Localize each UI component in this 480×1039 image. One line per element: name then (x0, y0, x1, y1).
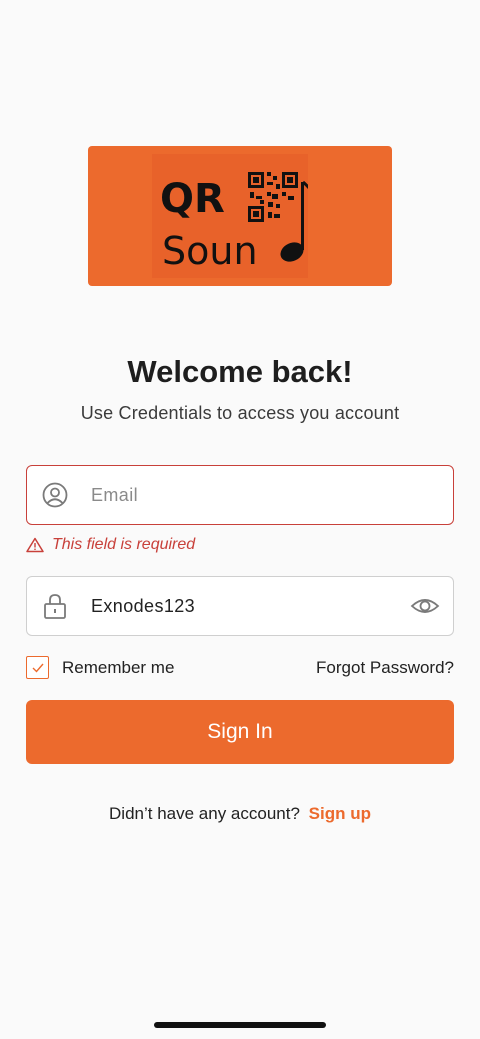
logo-text-sound: Soun (162, 229, 258, 273)
sign-up-link[interactable]: Sign up (309, 804, 371, 823)
qr-code-icon (248, 172, 298, 222)
home-indicator[interactable] (154, 1022, 326, 1028)
password-field[interactable]: Exnodes123 (26, 576, 454, 636)
sign-in-button[interactable]: Sign In (26, 700, 454, 764)
lock-icon (41, 592, 69, 620)
email-error-text: This field is required (52, 536, 196, 553)
checkmark-icon (32, 663, 44, 673)
eye-icon[interactable] (410, 594, 440, 618)
warning-icon (26, 537, 44, 553)
logo-text-qr: QR (160, 176, 225, 222)
user-circle-icon (41, 481, 69, 509)
remember-me-label: Remember me (62, 657, 175, 677)
page-subtitle: Use Credentials to access you account (80, 403, 400, 423)
qr-sound-logo-image: QR Soun (152, 154, 308, 278)
signup-prompt: Didn’t have any account? Sign up (0, 804, 480, 824)
remember-me-checkbox[interactable] (26, 656, 49, 679)
signup-prompt-text: Didn’t have any account? (109, 804, 300, 823)
forgot-password-link[interactable]: Forgot Password? (316, 658, 454, 678)
email-error-message: This field is required (26, 536, 195, 554)
remember-me-toggle[interactable]: Remember me (26, 656, 174, 679)
app-logo: QR Soun (88, 146, 392, 286)
password-input[interactable]: Exnodes123 (91, 596, 410, 617)
music-note-icon (280, 180, 308, 262)
page-title: Welcome back! (127, 354, 353, 389)
email-input[interactable] (91, 484, 453, 506)
email-field[interactable] (26, 465, 454, 525)
